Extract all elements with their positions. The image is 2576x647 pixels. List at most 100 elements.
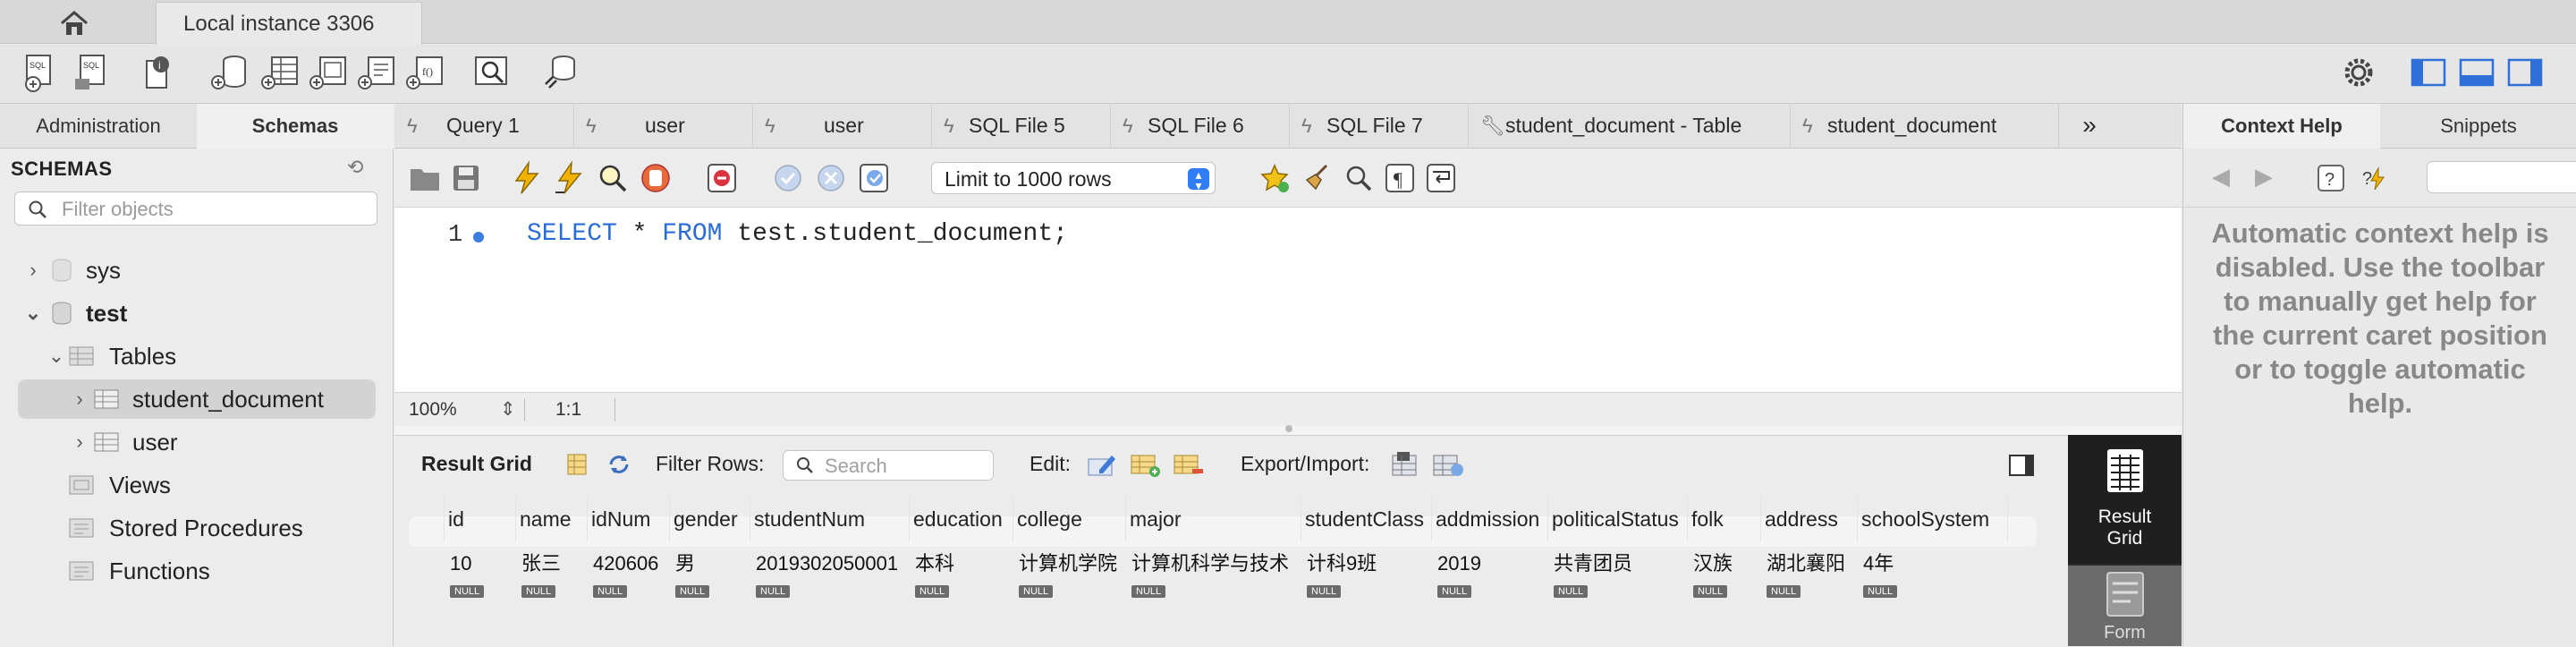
home-icon[interactable]	[36, 5, 113, 41]
column-header[interactable]: id	[445, 497, 516, 541]
create-table-icon[interactable]	[259, 52, 301, 93]
null-cell[interactable]: NULL	[1432, 583, 1548, 602]
null-cell[interactable]: NULL	[1761, 583, 1858, 602]
query-tab[interactable]: ϟ SQL File 5	[931, 104, 1111, 149]
create-procedure-icon[interactable]	[356, 52, 397, 93]
import-icon[interactable]	[1432, 450, 1466, 479]
column-header[interactable]: folk	[1688, 497, 1761, 541]
autocommit-icon[interactable]	[856, 160, 892, 196]
execute-current-lightning-icon[interactable]	[552, 160, 588, 196]
wrap-lines-icon[interactable]	[1423, 160, 1459, 196]
table-cell[interactable]: 汉族	[1688, 547, 1761, 581]
result-grid-view-button[interactable]: Result Grid	[2068, 435, 2182, 564]
column-header[interactable]: schoolSystem	[1858, 497, 2008, 541]
toggle-secondary-sidebar-icon[interactable]	[2504, 52, 2546, 93]
query-tab[interactable]: ϟ student_document	[1790, 104, 2059, 149]
null-cell[interactable]: NULL	[750, 583, 910, 602]
insert-row-icon[interactable]	[1130, 452, 1162, 479]
chevron-right-icon[interactable]: ›	[70, 379, 89, 419]
table-cell[interactable]: 420606	[588, 547, 670, 581]
splitter-handle[interactable]	[1285, 425, 1292, 432]
column-header[interactable]: education	[910, 497, 1013, 541]
tree-item-test[interactable]: ⌄ test	[0, 294, 394, 333]
tree-item-functions[interactable]: Functions	[0, 551, 394, 591]
query-tab[interactable]: ϟ user	[752, 104, 932, 149]
connection-tab[interactable]: Local instance 3306	[156, 2, 422, 45]
query-tab[interactable]: 🔧︎student_document - Table	[1468, 104, 1791, 149]
table-cell[interactable]: 计算机科学与技术	[1126, 547, 1301, 581]
column-header[interactable]: studentClass	[1301, 497, 1432, 541]
column-header[interactable]: politicalStatus	[1548, 497, 1688, 541]
execute-lightning-icon[interactable]	[509, 160, 545, 196]
help-search-input[interactable]	[2427, 161, 2576, 193]
null-cell[interactable]: NULL	[1013, 583, 1126, 602]
open-file-icon[interactable]	[407, 160, 443, 196]
tree-item-stored-procedures[interactable]: Stored Procedures	[0, 508, 394, 548]
tree-item-sys[interactable]: › sys	[0, 251, 394, 290]
filter-objects-input[interactable]	[60, 195, 368, 224]
table-cell[interactable]: 张三	[516, 547, 588, 581]
tab-snippets[interactable]: Snippets	[2380, 104, 2576, 149]
tab-administration[interactable]: Administration	[0, 104, 197, 149]
null-cell[interactable]: NULL	[1548, 583, 1688, 602]
null-cell[interactable]: NULL	[910, 583, 1013, 602]
column-header[interactable]: address	[1761, 497, 1858, 541]
add-snippet-star-icon[interactable]	[1257, 160, 1292, 196]
toggle-output-panel-icon[interactable]	[2456, 52, 2497, 93]
toggle-result-sidebar-icon[interactable]	[2008, 454, 2035, 477]
table-cell[interactable]: 10	[445, 547, 516, 581]
null-cell[interactable]: NULL	[1301, 583, 1432, 602]
edit-row-icon[interactable]	[1087, 452, 1117, 479]
tree-item-views[interactable]: Views	[0, 465, 394, 505]
new-sql-tab-icon[interactable]: SQL	[21, 52, 63, 93]
create-function-icon[interactable]: f()	[404, 52, 445, 93]
reconnect-icon[interactable]	[540, 52, 581, 93]
zoom-level[interactable]: 100%	[409, 393, 457, 427]
table-cell[interactable]: 男	[670, 547, 750, 581]
back-arrow-icon[interactable]: ◀	[2212, 163, 2230, 191]
beautify-broom-icon[interactable]	[1300, 160, 1335, 196]
tree-item-user[interactable]: › user	[0, 422, 394, 462]
forward-arrow-icon[interactable]: ▶	[2255, 163, 2273, 191]
stop-icon[interactable]	[638, 160, 674, 196]
table-cell[interactable]: 本科	[910, 547, 1013, 581]
create-view-icon[interactable]	[308, 52, 349, 93]
grid-view-icon[interactable]	[564, 452, 589, 477]
rollback-icon[interactable]	[813, 160, 849, 196]
tab-context-help[interactable]: Context Help	[2183, 104, 2380, 149]
stop-on-error-icon[interactable]	[704, 160, 740, 196]
form-editor-view-button[interactable]: Form	[2068, 566, 2182, 646]
table-cell[interactable]: 4年	[1858, 547, 2008, 581]
null-cell[interactable]: NULL	[588, 583, 670, 602]
zoom-stepper-icon[interactable]: ⇕	[500, 393, 516, 427]
table-cell[interactable]: 计算机学院	[1013, 547, 1126, 581]
chevron-down-icon[interactable]: ⌄	[23, 294, 43, 333]
null-cell[interactable]: NULL	[1126, 583, 1301, 602]
refresh-icon[interactable]: ⟲	[347, 156, 374, 183]
column-header[interactable]: addmission	[1432, 497, 1548, 541]
invisible-chars-icon[interactable]: ¶	[1382, 160, 1418, 196]
table-cell[interactable]: 共青团员	[1548, 547, 1688, 581]
chevron-right-icon[interactable]: ›	[70, 422, 89, 462]
null-cell[interactable]: NULL	[1858, 583, 2008, 602]
null-cell[interactable]: NULL	[516, 583, 588, 602]
filter-rows-input[interactable]	[823, 453, 987, 480]
refresh-results-icon[interactable]	[606, 452, 632, 477]
commit-icon[interactable]	[770, 160, 806, 196]
column-header[interactable]: gender	[670, 497, 750, 541]
tab-schemas[interactable]: Schemas	[197, 104, 394, 149]
preferences-gear-icon[interactable]	[2338, 52, 2379, 93]
table-cell[interactable]: 湖北襄阳	[1761, 547, 1858, 581]
delete-row-icon[interactable]	[1173, 452, 1205, 479]
result-grid[interactable]: id name idNum gender studentNum educatio…	[409, 497, 2055, 647]
more-tabs-chevron-icon[interactable]: »	[2058, 104, 2121, 149]
query-tab[interactable]: ϟ user	[573, 104, 753, 149]
table-cell[interactable]: 2019302050001	[750, 547, 910, 581]
null-cell[interactable]: NULL	[670, 583, 750, 602]
open-sql-script-icon[interactable]: SQL	[72, 52, 113, 93]
find-icon[interactable]	[1341, 160, 1377, 196]
auto-help-icon[interactable]: ?	[2359, 163, 2389, 193]
column-header[interactable]: college	[1013, 497, 1126, 541]
save-icon[interactable]	[448, 160, 484, 196]
tree-item-tables[interactable]: ⌄ Tables	[0, 336, 394, 376]
